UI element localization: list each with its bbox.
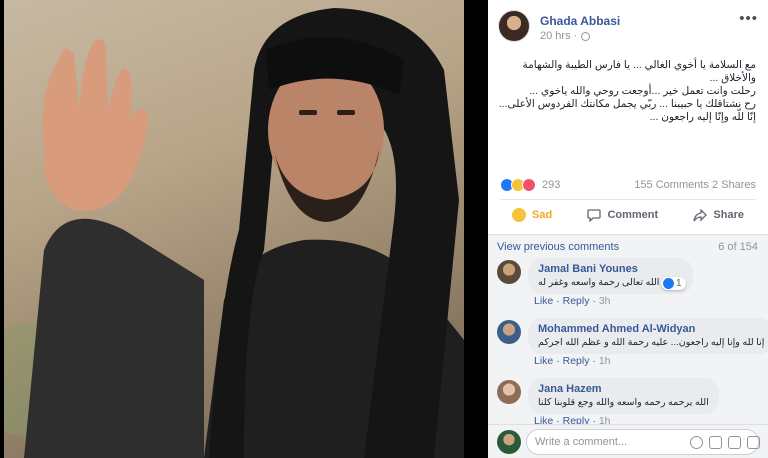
comment-text: إنا لله وإنا إليه راجعون... عليه رحمة ال… [538, 337, 765, 348]
post-text-line: إنّا للّه وإنّا إليه راجعون ... [649, 111, 756, 123]
sticker-icon[interactable] [747, 436, 760, 449]
post-text-line: مع السلامة يا أخوي الغالي ... يا فارس ال… [522, 59, 757, 84]
comments-count-of: 6 of 154 [718, 241, 758, 253]
comment-item: Mohammed Ahmed Al-Widyan إنا لله وإنا إل… [497, 318, 768, 374]
post-meta: 20 hrs · [540, 30, 591, 42]
comments-count[interactable]: 155 Comments [634, 179, 709, 191]
share-button[interactable]: Share [681, 208, 756, 222]
like-link[interactable]: Like [534, 355, 553, 367]
comment-time[interactable]: 1h [599, 355, 611, 367]
commenter-name[interactable]: Mohammed Ahmed Al-Widyan [538, 323, 764, 335]
love-icon [522, 178, 536, 192]
reaction-icons[interactable] [500, 178, 536, 192]
comment-item: Jamal Bani Younes رحمه الله تعالى رحمة و… [497, 258, 759, 314]
camera-icon[interactable] [709, 436, 722, 449]
like-link[interactable]: Like [534, 295, 553, 307]
commenter-name[interactable]: Jamal Bani Younes [538, 263, 683, 275]
comment-bubble: Jana Hazem الله يرحمه رحمه واسعه والله و… [528, 378, 719, 414]
commenter-avatar[interactable] [497, 320, 521, 344]
commenter-avatar[interactable] [497, 260, 521, 284]
commenter-name[interactable]: Jana Hazem [538, 383, 709, 395]
post-text-line: رحلت وانت تعمل خير ...أوجعت روحي والله ي… [529, 85, 756, 97]
photo-illustration [4, 8, 464, 458]
post-photo[interactable] [4, 0, 464, 458]
commenter-avatar[interactable] [497, 380, 521, 404]
reactions-count[interactable]: 293 [542, 179, 560, 191]
post-text-line: رح نشتاقلك يا حبيبنا ... ربّي يجمل مكانت… [498, 98, 756, 110]
comment-reaction-count: 1 [676, 278, 682, 289]
comment-text: الله يرحمه رحمه واسعه والله وجع قلوبنا ك… [538, 397, 709, 408]
write-comment-bar: Write a comment... [488, 424, 768, 458]
comment-actions: Like · Reply · 3h [534, 295, 611, 307]
globe-icon [581, 31, 591, 41]
post-time[interactable]: 20 hrs · [540, 30, 577, 42]
gif-icon[interactable] [728, 436, 741, 449]
reply-link[interactable]: Reply [563, 355, 590, 367]
author-avatar[interactable] [498, 10, 530, 42]
share-icon [693, 208, 708, 222]
more-options-icon[interactable]: ••• [739, 10, 758, 27]
post-sidebar: Ghada Abbasi 20 hrs · ••• مع السلامة يا … [488, 0, 768, 458]
comment-reaction-badge[interactable]: 1 [661, 277, 686, 290]
current-user-avatar [497, 430, 521, 454]
comment-icon [587, 208, 602, 222]
post-actions: Sad Comment Share [500, 202, 756, 228]
share-label: Share [713, 209, 744, 221]
author-name[interactable]: Ghada Abbasi [540, 14, 620, 28]
post-header: Ghada Abbasi 20 hrs · ••• [498, 10, 760, 44]
comment-actions: Like · Reply · 1h [534, 355, 611, 367]
sad-button[interactable]: Sad [500, 208, 564, 222]
post-text: مع السلامة يا أخوي الغالي ... يا فارس ال… [498, 59, 756, 124]
comment-share-counts: 155 Comments 2 Shares [634, 179, 756, 191]
shares-count[interactable]: 2 Shares [712, 179, 756, 191]
emoji-icon[interactable] [690, 436, 703, 449]
reply-link[interactable]: Reply [563, 295, 590, 307]
comment-button[interactable]: Comment [575, 208, 670, 222]
view-previous-comments-link[interactable]: View previous comments [497, 241, 619, 253]
like-icon [663, 278, 674, 289]
comment-bubble: Mohammed Ahmed Al-Widyan إنا لله وإنا إل… [528, 318, 768, 354]
reactions-bar: 293 155 Comments 2 Shares [500, 177, 756, 195]
sad-face-icon [512, 208, 526, 222]
sad-label: Sad [532, 209, 553, 221]
photo-viewer [0, 0, 488, 458]
divider [500, 199, 756, 200]
comment-time[interactable]: 3h [599, 295, 611, 307]
comment-item: Jana Hazem الله يرحمه رحمه واسعه والله و… [497, 378, 759, 427]
comment-label: Comment [607, 209, 659, 221]
comment-tools [690, 436, 760, 449]
